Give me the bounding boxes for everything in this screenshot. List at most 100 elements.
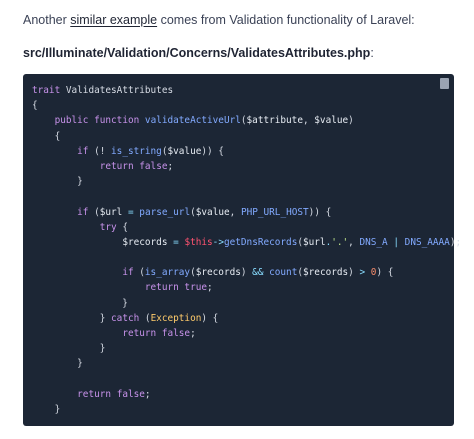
- code-token: )) {: [201, 145, 224, 157]
- code-line: }: [32, 402, 461, 417]
- code-line: return false;: [32, 387, 461, 402]
- code-token: ->: [212, 236, 224, 248]
- code-token: $value: [195, 206, 230, 218]
- code-token: PHP_URL_HOST: [240, 206, 309, 218]
- code-token: }: [32, 358, 83, 370]
- code-token: return: [99, 160, 134, 172]
- code-token: '.': [331, 236, 349, 248]
- code-token: );: [449, 236, 462, 248]
- code-token: $url: [99, 206, 123, 218]
- code-token: $url: [303, 236, 326, 248]
- code-line: try {: [32, 220, 461, 235]
- file-path: src/Illuminate/Validation/Concerns/Valid…: [23, 46, 371, 60]
- code-token: (: [88, 206, 100, 218]
- code-token: getDnsRecords: [223, 236, 298, 248]
- code-content: trait ValidatesAttributes { public functi…: [32, 83, 461, 417]
- code-token: parse_url: [139, 206, 191, 218]
- code-token: ;: [167, 160, 174, 172]
- similar-example-link[interactable]: similar example: [70, 13, 157, 27]
- code-token: DNS_AAAA: [404, 236, 450, 248]
- code-line: return false;: [32, 159, 461, 174]
- code-token: )) {: [308, 206, 332, 218]
- code-token: true: [184, 282, 207, 294]
- code-token: }: [32, 343, 106, 355]
- code-token: function: [94, 115, 140, 127]
- code-token: is_string: [111, 145, 162, 157]
- code-line: if (is_array($records) && count($records…: [32, 265, 461, 280]
- code-line: if ($url = parse_url($value, PHP_URL_HOS…: [32, 205, 461, 220]
- code-block: trait ValidatesAttributes { public functi…: [23, 74, 461, 426]
- code-token: count: [269, 267, 298, 279]
- code-token: return: [144, 282, 179, 294]
- intro-after: comes from Validation functionality of L…: [157, 13, 415, 27]
- file-path-line: src/Illuminate/Validation/Concerns/Valid…: [23, 44, 374, 62]
- code-token: false: [161, 328, 191, 339]
- code-token: return: [77, 388, 112, 400]
- code-line: }: [32, 296, 461, 311]
- code-line: return true;: [32, 280, 461, 295]
- code-token: $records: [122, 236, 168, 248]
- code-line: }: [32, 174, 461, 189]
- code-line: public function validateActiveUrl($attri…: [32, 113, 461, 128]
- code-token: (: [133, 267, 145, 279]
- code-token: }: [32, 176, 83, 188]
- code-token: $records: [303, 267, 349, 279]
- code-token: false: [139, 160, 168, 172]
- code-token: if: [77, 145, 89, 157]
- code-token: if: [77, 206, 89, 218]
- code-token: $value: [167, 145, 202, 157]
- code-token: public: [54, 115, 89, 127]
- code-token: ;: [144, 388, 151, 400]
- code-token: is_array: [144, 267, 191, 279]
- code-token: $attribute: [246, 115, 303, 127]
- code-token: {: [116, 221, 128, 233]
- code-line: {: [32, 98, 461, 113]
- code-line: $records = $this->getDnsRecords($url.'.'…: [32, 235, 461, 250]
- code-token: ) {: [201, 312, 219, 324]
- code-token: trait: [32, 85, 61, 96]
- intro-text: Another similar example comes from Valid…: [23, 11, 415, 29]
- code-token: $this: [184, 236, 213, 248]
- code-line: if (! is_string($value)) {: [32, 144, 461, 159]
- code-token: ,: [229, 206, 241, 218]
- code-line: {: [32, 129, 461, 144]
- code-token: ): [240, 267, 253, 279]
- code-token: $value: [314, 115, 349, 127]
- file-path-suffix: :: [370, 46, 374, 60]
- code-line: } catch (Exception) {: [32, 311, 461, 326]
- code-token: }: [32, 297, 128, 309]
- code-token: ): [348, 267, 360, 279]
- code-token: ;: [207, 282, 213, 294]
- code-token: validateActiveUrl: [144, 115, 241, 127]
- code-line: return false;: [32, 326, 461, 341]
- code-token: return: [122, 328, 157, 339]
- code-token: }: [32, 403, 61, 415]
- code-token: catch: [111, 312, 140, 324]
- code-token: ;: [190, 328, 196, 339]
- code-token: (!: [88, 145, 112, 157]
- code-token: &&: [252, 267, 264, 279]
- code-token: {: [32, 100, 38, 112]
- code-token: }: [32, 312, 112, 324]
- code-token: if: [122, 267, 134, 279]
- code-line: }: [32, 356, 461, 371]
- code-token: try: [99, 221, 117, 233]
- code-token: {: [32, 130, 61, 142]
- code-token: (: [139, 312, 151, 324]
- code-token: Exception: [150, 312, 202, 324]
- code-token: ,: [348, 236, 360, 248]
- code-token: ) {: [376, 267, 394, 279]
- code-line: }: [32, 341, 461, 356]
- intro-before: Another: [23, 13, 71, 27]
